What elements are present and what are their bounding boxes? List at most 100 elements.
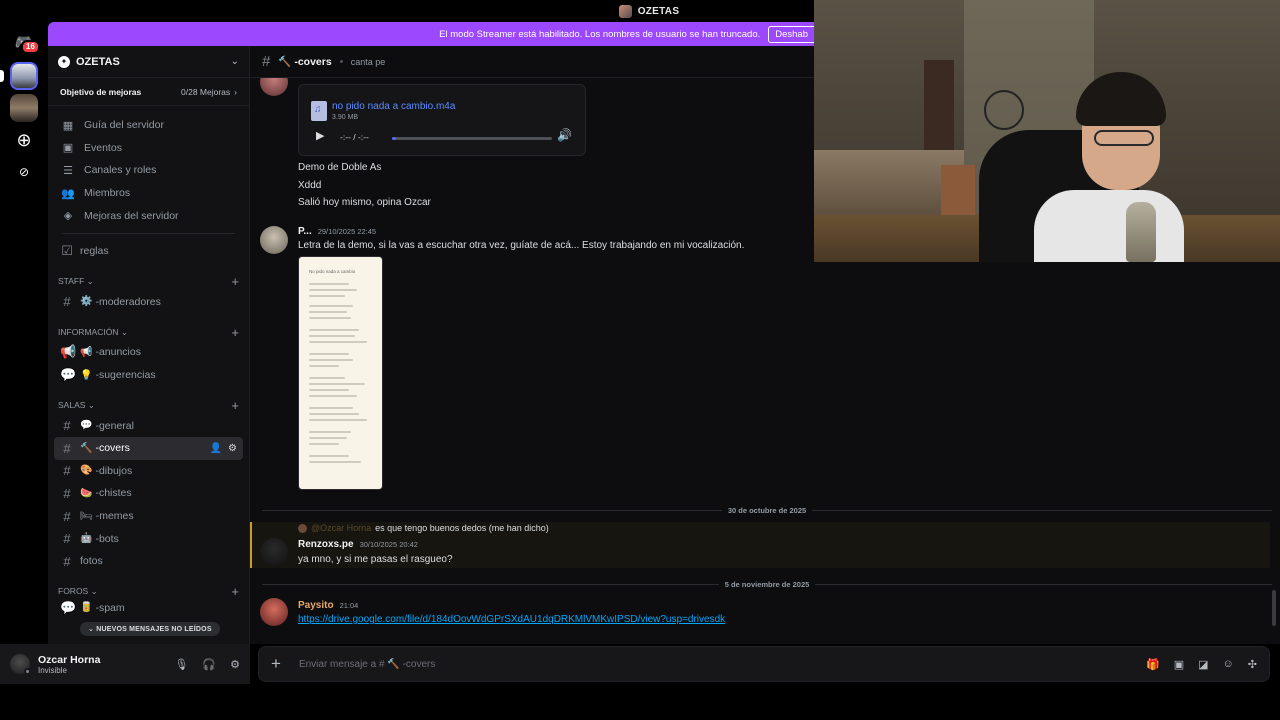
message-author[interactable]: P... xyxy=(298,226,312,237)
gift-icon[interactable]: 🎁 xyxy=(1146,658,1160,671)
chat-header: # 🔨 -covers canta pe xyxy=(250,46,814,78)
channel-sugerencias[interactable]: 💬 💡 -sugerencias xyxy=(54,364,243,387)
boost-value: 0/28 Mejoras xyxy=(181,86,231,97)
message-input[interactable]: Enviar mensaje a # 🔨 -covers xyxy=(299,659,1146,670)
list-icon: ☰ xyxy=(63,164,73,177)
nav-boosts[interactable]: ◈ Mejoras del servidor xyxy=(54,204,243,227)
reply-text: es que tengo buenos dedos (me han dicho) xyxy=(375,523,549,533)
category-label: FOROS ⌄ xyxy=(58,586,98,596)
channel-fotos[interactable]: # fotos xyxy=(54,550,243,573)
channel-covers[interactable]: # 🔨 -covers 👤 ⚙ xyxy=(54,436,243,460)
message-author[interactable]: Renzoxs.pe xyxy=(298,539,354,550)
disable-streamer-button[interactable]: Deshab xyxy=(768,25,814,43)
add-attachment-icon[interactable]: + xyxy=(271,654,281,674)
nav-channels-roles[interactable]: ☰ Canales y roles xyxy=(54,159,243,182)
volume-icon[interactable]: 🔊 xyxy=(557,128,572,142)
category-info[interactable]: INFORMACIÓN ⌄ + xyxy=(54,323,243,341)
guild-header[interactable]: ✦ OZETAS ⌄ xyxy=(48,46,249,78)
category-staff[interactable]: STAFF ⌄ + xyxy=(54,273,243,291)
channel-reglas[interactable]: ☑ reglas xyxy=(54,240,243,263)
gear-icon[interactable]: ⚙ xyxy=(230,658,240,671)
server-icon-2[interactable] xyxy=(10,94,38,122)
boost-goal[interactable]: Objetivo de mejoras 0/28 Mejoras › xyxy=(48,78,249,106)
apps-icon[interactable]: ✣ xyxy=(1248,658,1257,671)
message-text: ya mno, y si me pasas el rasgueo? xyxy=(298,554,453,565)
avatar[interactable] xyxy=(260,226,288,254)
channel-bots[interactable]: # 🤖 -bots xyxy=(54,527,243,550)
megaphone-icon: 📢 xyxy=(60,344,77,360)
chevron-right-icon: › xyxy=(234,86,237,97)
play-icon[interactable]: ▶ xyxy=(316,129,324,142)
channel-chistes[interactable]: # 🍉 -chistes xyxy=(54,482,243,505)
reply-mention: @Ozcar Horna xyxy=(311,523,372,533)
date-label: 30 de octubre de 2025 xyxy=(727,505,807,515)
category-foros[interactable]: FOROS ⌄ + xyxy=(54,583,243,601)
explore-icon[interactable]: ⊘ xyxy=(10,158,38,186)
nav-members[interactable]: 👥 Miembros xyxy=(54,182,243,205)
nav-guide[interactable]: ▦ Guía del servidor xyxy=(54,114,243,137)
nav-label: Eventos xyxy=(84,141,122,154)
channel-spam[interactable]: 💬 🥫 -spam xyxy=(54,601,243,615)
user-info[interactable]: Ozcar Horna Invisible xyxy=(38,654,174,675)
audio-filesize: 3.90 MB xyxy=(332,114,359,121)
message-author[interactable]: Paysito xyxy=(298,600,334,611)
add-server-icon[interactable]: ⊕ xyxy=(10,126,38,154)
avatar[interactable] xyxy=(260,538,288,566)
sticker-icon[interactable]: ◪ xyxy=(1198,658,1208,671)
channel-memes[interactable]: # 🛏 -memes xyxy=(54,505,243,528)
reply-reference[interactable]: @Ozcar Horna es que tengo buenos dedos (… xyxy=(298,523,549,533)
new-messages-pill[interactable]: ⌄ NUEVOS MENSAJES NO LEÍDOS xyxy=(80,622,220,636)
channel-label: -memes xyxy=(95,510,134,523)
webcam-overlay xyxy=(814,0,1280,262)
gif-icon[interactable]: ▣ xyxy=(1174,658,1184,671)
audio-filename[interactable]: no pido nada a cambio.m4a xyxy=(332,101,455,112)
microphone-icon[interactable]: 🎙 xyxy=(174,658,188,671)
username: Ozcar Horna xyxy=(38,653,101,666)
channel-moderadores[interactable]: # ⚙️ -moderadores xyxy=(54,291,243,314)
scrollbar[interactable] xyxy=(1272,590,1276,626)
loudspeaker-emoji: 📢 xyxy=(80,346,93,358)
calendar-icon: ▣ xyxy=(62,142,74,155)
chevron-down-icon: ⌄ xyxy=(230,56,239,67)
add-channel-icon[interactable]: + xyxy=(231,584,239,599)
channel-label: -chistes xyxy=(95,487,132,500)
audio-file-icon xyxy=(311,101,327,121)
hash-icon: # xyxy=(63,294,71,310)
channel-label: -general xyxy=(95,419,134,432)
invite-icon[interactable]: 👤 xyxy=(210,443,222,454)
lyrics-image-attachment[interactable]: No pido nada a cambio xyxy=(298,256,383,490)
add-channel-icon[interactable]: + xyxy=(231,274,239,289)
gear-icon[interactable]: ⚙ xyxy=(228,443,237,454)
banner-text: El modo Streamer está habilitado. Los no… xyxy=(439,28,761,40)
channel-label: -sugerencias xyxy=(95,369,156,382)
bed-emoji: 🛏 xyxy=(80,510,93,522)
avatar[interactable] xyxy=(260,598,288,626)
channel-general[interactable]: # 💬 -general xyxy=(54,414,243,437)
headphones-icon[interactable]: 🎧 xyxy=(202,658,216,671)
forum-icon: 💬 xyxy=(60,367,77,383)
spam-emoji: 🥫 xyxy=(80,602,93,613)
emoji-icon[interactable]: ☺ xyxy=(1223,658,1234,671)
add-channel-icon[interactable]: + xyxy=(231,325,239,340)
hash-icon: # xyxy=(262,53,271,70)
server-ozetas-icon[interactable] xyxy=(10,62,38,90)
add-channel-icon[interactable]: + xyxy=(231,398,239,413)
category-salas[interactable]: SALAS ⌄ + xyxy=(54,396,243,414)
message-header: Renzoxs.pe 30/10/2025 20:42 xyxy=(298,539,418,550)
message-link[interactable]: https://drive.google.com/file/d/184dOovW… xyxy=(298,614,725,625)
channel-topic[interactable]: canta pe xyxy=(351,57,386,67)
channel-dibujos[interactable]: # 🎨 -dibujos xyxy=(54,460,243,483)
avatar[interactable] xyxy=(10,654,31,675)
hash-icon: # xyxy=(63,553,71,569)
robot-emoji: 🤖 xyxy=(80,533,93,545)
channel-sidebar: ✦ OZETAS ⌄ Objetivo de mejoras 0/28 Mejo… xyxy=(48,46,250,644)
gear-emoji: ⚙️ xyxy=(80,296,93,308)
message-composer[interactable]: + Enviar mensaje a # 🔨 -covers 🎁 ▣ ◪ ☺ ✣ xyxy=(258,646,1270,682)
nav-events[interactable]: ▣ Eventos xyxy=(54,137,243,160)
channel-label: -dibujos xyxy=(95,464,133,477)
audio-progress[interactable] xyxy=(392,137,552,140)
channel-anuncios[interactable]: 📢 📢 -anuncios xyxy=(54,341,243,364)
user-status: Invisible xyxy=(38,665,67,675)
avatar[interactable] xyxy=(260,78,288,96)
message-text: Xddd xyxy=(298,180,322,191)
